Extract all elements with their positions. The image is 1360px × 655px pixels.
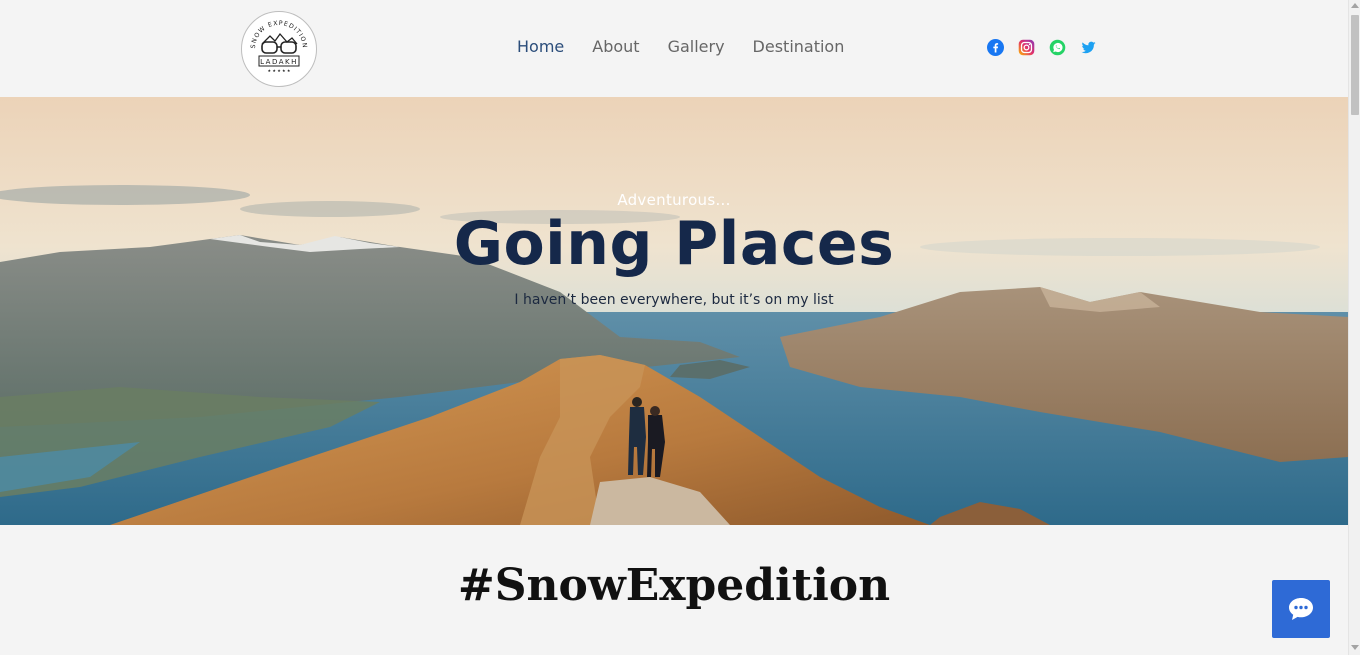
section-title: #SnowExpedition <box>457 560 891 611</box>
scroll-up-arrow-icon[interactable] <box>1351 3 1359 8</box>
chat-button[interactable] <box>1272 580 1330 638</box>
twitter-icon[interactable] <box>1080 39 1097 56</box>
social-bar <box>987 39 1097 56</box>
site-header: SNOW EXPEDITION LADAKH ★ ★ ★ ★ ★ Home Ab… <box>0 0 1348 97</box>
nav-about[interactable]: About <box>578 36 653 60</box>
hero-banner: Adventurous... Going Places I haven’t be… <box>0 97 1348 525</box>
svg-text:★ ★ ★ ★ ★: ★ ★ ★ ★ ★ <box>267 68 290 73</box>
hero-title: Going Places <box>453 209 895 279</box>
hero-subtitle: I haven’t been everywhere, but it’s on m… <box>514 292 834 308</box>
logo-emblem: SNOW EXPEDITION LADAKH ★ ★ ★ ★ ★ <box>250 20 307 73</box>
facebook-icon[interactable] <box>987 39 1004 56</box>
hero-background-image <box>0 97 1348 525</box>
chat-bubble-icon <box>1289 598 1313 620</box>
scrollbar-thumb[interactable] <box>1351 15 1359 115</box>
site-logo[interactable]: SNOW EXPEDITION LADAKH ★ ★ ★ ★ ★ <box>241 11 317 87</box>
scroll-down-arrow-icon[interactable] <box>1351 645 1359 650</box>
page-scrollbar[interactable] <box>1348 0 1360 655</box>
nav-destination[interactable]: Destination <box>739 36 859 60</box>
nav-gallery[interactable]: Gallery <box>654 36 739 60</box>
main-nav: Home About Gallery Destination <box>503 36 858 60</box>
instagram-icon[interactable] <box>1018 39 1035 56</box>
whatsapp-icon[interactable] <box>1049 39 1066 56</box>
nav-home[interactable]: Home <box>503 36 578 60</box>
hero-eyebrow: Adventurous... <box>617 191 731 209</box>
logo-bottom-text: LADAKH <box>260 58 298 66</box>
